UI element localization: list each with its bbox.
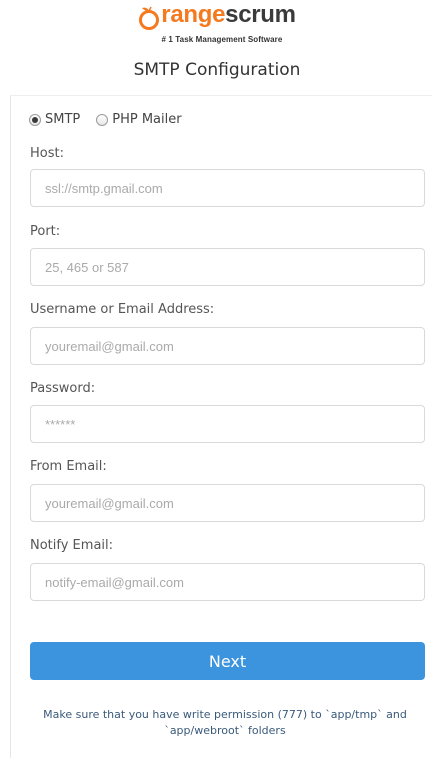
logo-wordmark: range scrum: [138, 1, 296, 30]
password-input[interactable]: [30, 405, 425, 443]
php-mailer-radio[interactable]: [96, 113, 109, 126]
smtp-radio[interactable]: [29, 113, 41, 126]
port-label: Port:: [30, 224, 61, 239]
orange-fruit-icon: [138, 6, 160, 30]
logo-brand-part2: scrum: [225, 1, 296, 28]
php-mailer-radio-label[interactable]: PHP Mailer: [112, 112, 181, 127]
port-input[interactable]: [30, 248, 425, 286]
smtp-config-page: range scrum # 1 Task Management Software …: [0, 0, 434, 758]
permission-note-line2: `app/webroot` folders: [164, 724, 286, 737]
permission-note: Make sure that you have write permission…: [20, 707, 430, 739]
username-label: Username or Email Address:: [30, 302, 215, 317]
logo-tagline: # 1 Task Management Software: [161, 35, 283, 44]
from-email-label: From Email:: [30, 459, 107, 474]
notify-email-input[interactable]: [30, 563, 425, 601]
permission-note-line1: Make sure that you have write permission…: [43, 708, 407, 721]
page-title: SMTP Configuration: [133, 60, 301, 80]
host-label: Host:: [30, 146, 64, 161]
notify-email-label: Notify Email:: [30, 538, 114, 553]
next-button[interactable]: Next: [30, 642, 425, 680]
username-input[interactable]: [30, 327, 425, 365]
smtp-radio-label[interactable]: SMTP: [45, 112, 80, 127]
mailer-type-selector: SMTP PHP Mailer: [29, 112, 198, 127]
host-input[interactable]: [30, 169, 425, 207]
logo-brand-part1: range: [161, 1, 226, 28]
orangescrum-logo: range scrum # 1 Task Management Software: [0, 2, 434, 44]
from-email-input[interactable]: [30, 484, 425, 522]
password-label: Password:: [30, 381, 96, 396]
